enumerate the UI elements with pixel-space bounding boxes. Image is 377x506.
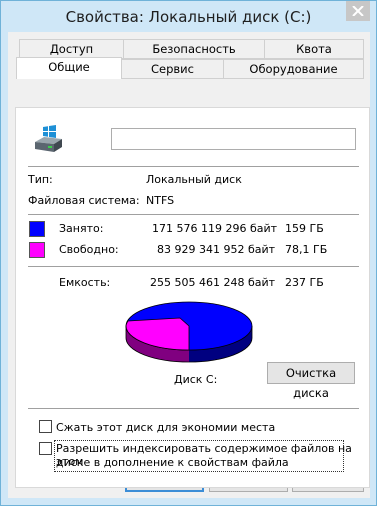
tab-hardware[interactable]: Оборудование xyxy=(223,59,364,79)
drive-icon xyxy=(35,125,62,152)
used-color-swatch xyxy=(29,221,45,237)
disk-usage-pie-chart xyxy=(125,301,253,363)
divider xyxy=(28,166,359,167)
free-label: Свободно: xyxy=(59,243,119,256)
used-label: Занято: xyxy=(59,222,104,235)
window-title: Свойства: Локальный диск (C:) xyxy=(65,8,312,26)
divider xyxy=(28,408,359,409)
type-label: Тип: xyxy=(28,173,53,186)
drive-name-field[interactable] xyxy=(111,128,356,150)
index-label-line2[interactable]: диске в дополнение к свойствам файла xyxy=(56,456,289,469)
disk-label: Диск C: xyxy=(174,373,218,386)
tab-tools[interactable]: Сервис xyxy=(121,59,224,79)
divider xyxy=(28,214,359,215)
fs-label: Файловая система: xyxy=(28,194,140,207)
compress-checkbox[interactable] xyxy=(39,420,52,433)
used-gb: 159 ГБ xyxy=(285,222,324,235)
fs-value: NTFS xyxy=(146,194,175,207)
close-icon xyxy=(352,6,364,16)
close-button[interactable] xyxy=(346,1,370,21)
dialog-client: Доступ Безопасность Квота Общие Сервис О… xyxy=(8,32,370,498)
used-bytes: 171 576 119 296 байт xyxy=(152,222,278,235)
capacity-gb: 237 ГБ xyxy=(285,276,324,289)
tab-general[interactable]: Общие xyxy=(16,57,122,79)
title-bar[interactable]: Свойства: Локальный диск (C:) xyxy=(1,1,376,32)
free-gb: 78,1 ГБ xyxy=(285,243,328,256)
capacity-label: Емкость: xyxy=(59,276,111,289)
tab-security[interactable]: Безопасность xyxy=(123,39,265,59)
capacity-bytes: 255 505 461 248 байт xyxy=(150,276,276,289)
compress-label[interactable]: Сжать этот диск для экономии места xyxy=(56,421,275,434)
index-checkbox[interactable] xyxy=(39,442,52,455)
type-value: Локальный диск xyxy=(146,173,242,186)
free-bytes: 83 929 341 952 байт xyxy=(157,243,276,256)
properties-dialog: Свойства: Локальный диск (C:) Доступ Без… xyxy=(0,0,377,506)
disk-cleanup-button[interactable]: Очистка диска xyxy=(267,362,355,400)
general-panel: Тип: Локальный диск Файловая система: NT… xyxy=(15,107,370,488)
divider xyxy=(28,266,359,267)
tab-access[interactable]: Доступ xyxy=(19,39,124,59)
tab-quota[interactable]: Квота xyxy=(264,39,364,59)
free-color-swatch xyxy=(29,242,45,258)
